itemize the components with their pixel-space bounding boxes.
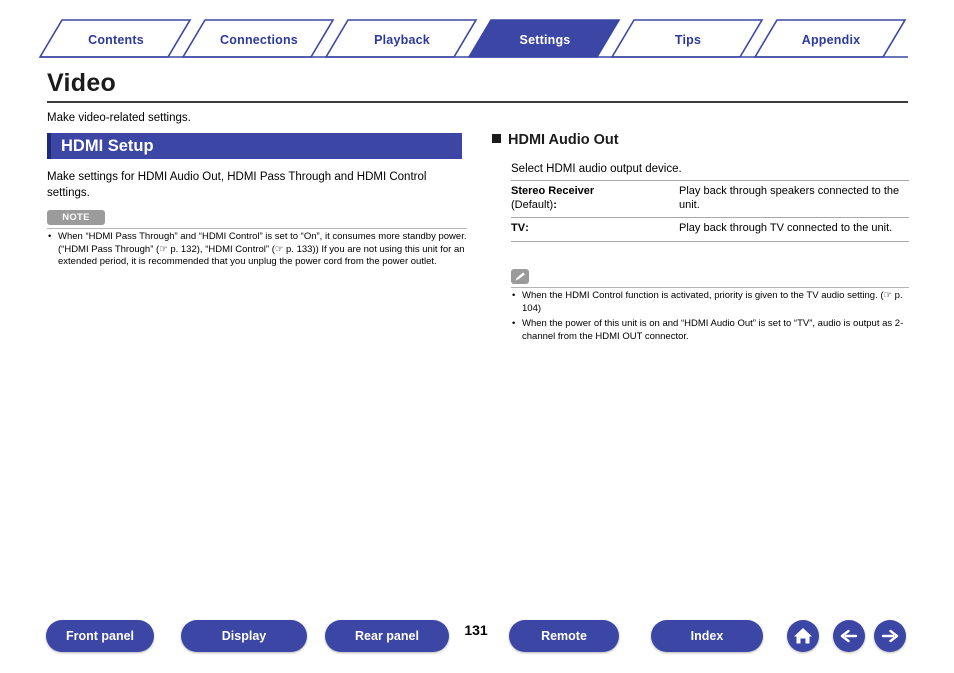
tab-contents[interactable]: Contents bbox=[52, 33, 180, 47]
tab-connections[interactable]: Connections bbox=[195, 33, 323, 47]
table-cell-name: TV: bbox=[511, 217, 679, 242]
footer-button-rear-panel[interactable]: Rear panel bbox=[325, 620, 449, 652]
section-title: HDMI Setup bbox=[61, 137, 154, 155]
footer-button-index[interactable]: Index bbox=[651, 620, 763, 652]
arrow-left-icon bbox=[840, 629, 858, 643]
sub-heading-label: HDMI Audio Out bbox=[508, 132, 619, 148]
table-row: Stereo Receiver (Default): Play back thr… bbox=[511, 180, 909, 218]
note-list: When “HDMI Pass Through” and “HDMI Contr… bbox=[47, 231, 472, 272]
list-item: When the HDMI Control function is activa… bbox=[511, 290, 911, 315]
home-button[interactable] bbox=[787, 620, 819, 652]
note-label: NOTE bbox=[62, 212, 90, 223]
back-button[interactable] bbox=[833, 620, 865, 652]
sub-description: Select HDMI audio output device. bbox=[511, 163, 682, 175]
note-badge: NOTE bbox=[47, 210, 105, 225]
option-name: TV bbox=[511, 222, 526, 234]
tip-badge bbox=[511, 269, 529, 284]
table-cell-name: Stereo Receiver (Default): bbox=[511, 180, 679, 218]
home-icon bbox=[794, 628, 812, 644]
page-intro: Make video-related settings. bbox=[47, 112, 191, 124]
pencil-icon bbox=[515, 272, 525, 281]
title-divider bbox=[47, 101, 908, 103]
sub-heading: HDMI Audio Out bbox=[492, 132, 619, 148]
footer-button-display[interactable]: Display bbox=[181, 620, 307, 652]
section-paragraph: Make settings for HDMI Audio Out, HDMI P… bbox=[47, 171, 427, 199]
footer-button-remote[interactable]: Remote bbox=[509, 620, 619, 652]
note-divider bbox=[47, 228, 467, 229]
footer-button-front-panel[interactable]: Front panel bbox=[46, 620, 154, 652]
tab-bar: Contents Connections Playback Settings T… bbox=[0, 0, 954, 60]
table-row: TV: Play back through TV connected to th… bbox=[511, 217, 909, 242]
option-default: (Default) bbox=[511, 198, 554, 211]
list-item: When the power of this unit is on and “H… bbox=[511, 318, 911, 343]
tip-divider bbox=[511, 287, 909, 288]
table-cell-desc: Play back through speakers connected to … bbox=[679, 180, 909, 218]
page-title: Video bbox=[47, 69, 117, 97]
tab-tips[interactable]: Tips bbox=[624, 33, 752, 47]
tip-list: When the HDMI Control function is activa… bbox=[511, 290, 911, 346]
tab-playback[interactable]: Playback bbox=[338, 33, 466, 47]
table-cell-desc: Play back through TV connected to the un… bbox=[679, 217, 909, 242]
parameter-table: Stereo Receiver (Default): Play back thr… bbox=[511, 180, 909, 242]
list-item: When “HDMI Pass Through” and “HDMI Contr… bbox=[47, 231, 472, 269]
forward-button[interactable] bbox=[874, 620, 906, 652]
arrow-right-icon bbox=[881, 629, 899, 643]
tab-bar-shapes bbox=[38, 19, 908, 58]
page-number: 131 bbox=[464, 622, 488, 638]
square-marker-icon bbox=[492, 134, 501, 143]
option-name: Stereo Receiver bbox=[511, 185, 595, 197]
tab-appendix[interactable]: Appendix bbox=[767, 33, 895, 47]
section-banner: HDMI Setup bbox=[47, 133, 462, 159]
tab-settings[interactable]: Settings bbox=[481, 33, 609, 47]
